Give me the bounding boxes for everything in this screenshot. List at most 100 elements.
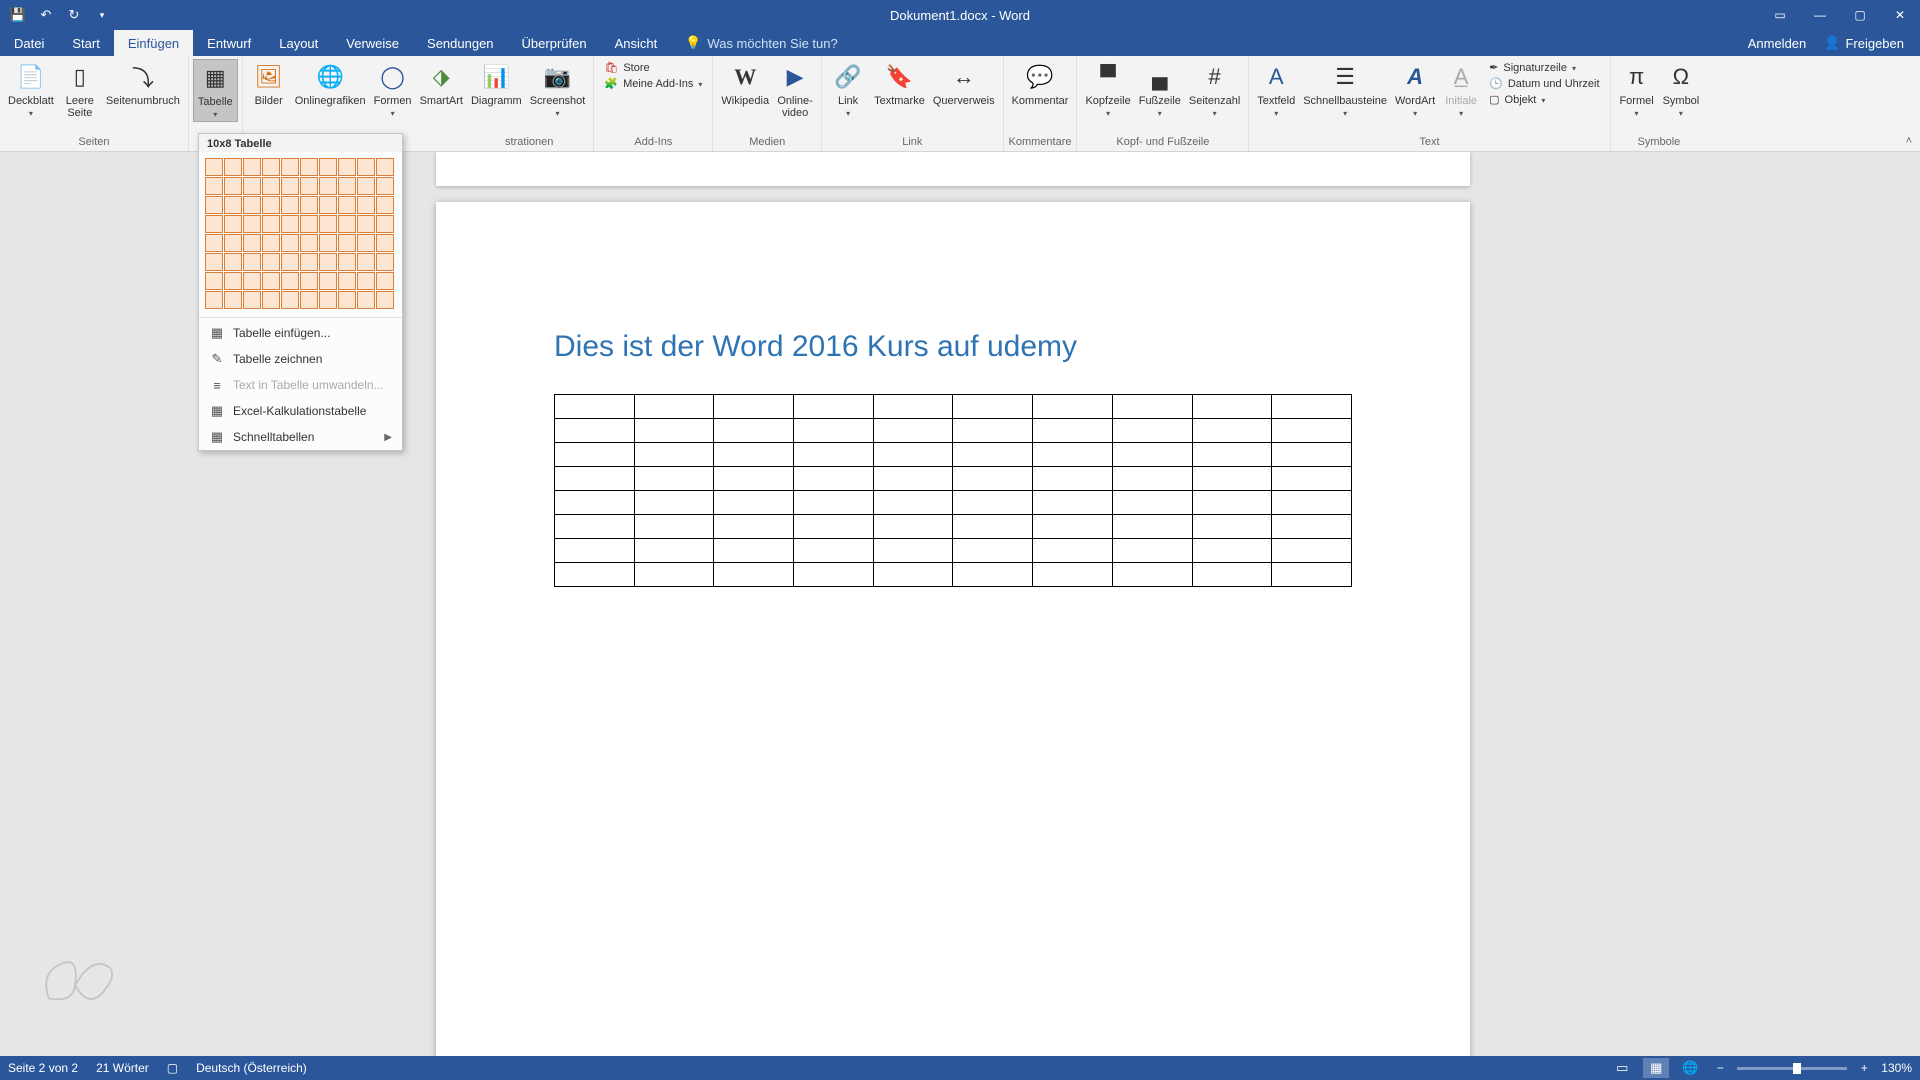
table-cell[interactable] [873, 467, 953, 491]
grid-cell[interactable] [243, 215, 261, 233]
zoom-slider[interactable] [1737, 1067, 1847, 1070]
grid-cell[interactable] [376, 196, 394, 214]
tabelle-zeichnen-item[interactable]: ✎ Tabelle zeichnen [199, 346, 402, 372]
ribbon-display-options-icon[interactable]: ▭ [1760, 0, 1800, 30]
table-cell[interactable] [1272, 395, 1352, 419]
grid-cell[interactable] [376, 291, 394, 309]
wordart-button[interactable]: A WordArt ▾ [1391, 59, 1439, 120]
table-cell[interactable] [794, 419, 874, 443]
textmarke-button[interactable]: 🔖 Textmarke [870, 59, 929, 109]
grid-cell[interactable] [243, 253, 261, 271]
table-cell[interactable] [634, 539, 714, 563]
grid-cell[interactable] [224, 253, 242, 271]
tab-layout[interactable]: Layout [265, 30, 332, 56]
table-cell[interactable] [873, 515, 953, 539]
table-cell[interactable] [873, 443, 953, 467]
table-cell[interactable] [794, 395, 874, 419]
table-size-grid[interactable] [199, 152, 402, 315]
zoom-level[interactable]: 130% [1881, 1061, 1912, 1075]
table-cell[interactable] [794, 467, 874, 491]
grid-cell[interactable] [281, 272, 299, 290]
grid-cell[interactable] [300, 158, 318, 176]
web-layout-icon[interactable]: 🌐 [1677, 1058, 1703, 1078]
tab-entwurf[interactable]: Entwurf [193, 30, 265, 56]
grid-cell[interactable] [357, 177, 375, 195]
grid-cell[interactable] [224, 234, 242, 252]
table-cell[interactable] [634, 419, 714, 443]
grid-cell[interactable] [319, 177, 337, 195]
grid-cell[interactable] [243, 234, 261, 252]
tell-me-search[interactable]: 💡 Was möchten Sie tun? [671, 30, 838, 56]
grid-cell[interactable] [338, 158, 356, 176]
bilder-button[interactable]: 🖼 Bilder [247, 59, 291, 109]
document-table-preview[interactable] [554, 394, 1352, 587]
grid-cell[interactable] [338, 215, 356, 233]
grid-cell[interactable] [281, 177, 299, 195]
table-cell[interactable] [1192, 491, 1272, 515]
grid-cell[interactable] [205, 158, 223, 176]
table-cell[interactable] [1112, 419, 1192, 443]
save-icon[interactable]: 💾 [6, 3, 30, 27]
table-cell[interactable] [953, 539, 1033, 563]
table-cell[interactable] [1033, 467, 1113, 491]
table-cell[interactable] [714, 395, 794, 419]
grid-cell[interactable] [205, 234, 223, 252]
table-cell[interactable] [873, 395, 953, 419]
tabelle-einfuegen-item[interactable]: ▦ Tabelle einfügen... [199, 320, 402, 346]
table-cell[interactable] [873, 491, 953, 515]
table-cell[interactable] [1192, 443, 1272, 467]
table-cell[interactable] [1033, 419, 1113, 443]
grid-cell[interactable] [319, 215, 337, 233]
grid-cell[interactable] [205, 253, 223, 271]
grid-cell[interactable] [338, 272, 356, 290]
grid-cell[interactable] [262, 196, 280, 214]
tab-einfuegen[interactable]: Einfügen [114, 30, 193, 56]
table-cell[interactable] [634, 491, 714, 515]
smartart-button[interactable]: ⬗ SmartArt [416, 59, 467, 109]
grid-cell[interactable] [338, 177, 356, 195]
table-cell[interactable] [794, 443, 874, 467]
grid-cell[interactable] [224, 215, 242, 233]
grid-cell[interactable] [243, 158, 261, 176]
redo-icon[interactable]: ↻ [62, 3, 86, 27]
status-page[interactable]: Seite 2 von 2 [8, 1061, 78, 1075]
tab-ansicht[interactable]: Ansicht [601, 30, 672, 56]
table-cell[interactable] [555, 515, 635, 539]
document-page[interactable]: Dies ist der Word 2016 Kurs auf udemy [436, 202, 1470, 1056]
querverweis-button[interactable]: ↔ Querverweis [929, 59, 999, 109]
excel-kalkulationstabelle-item[interactable]: ▦ Excel-Kalkulationstabelle [199, 398, 402, 424]
table-cell[interactable] [555, 539, 635, 563]
grid-cell[interactable] [376, 158, 394, 176]
grid-cell[interactable] [281, 158, 299, 176]
grid-cell[interactable] [357, 272, 375, 290]
table-cell[interactable] [1192, 467, 1272, 491]
maximize-icon[interactable]: ▢ [1840, 0, 1880, 30]
grid-cell[interactable] [243, 196, 261, 214]
grid-cell[interactable] [262, 215, 280, 233]
table-cell[interactable] [1112, 515, 1192, 539]
store-button[interactable]: 🛍 Store [604, 61, 702, 74]
grid-cell[interactable] [357, 158, 375, 176]
grid-cell[interactable] [338, 196, 356, 214]
grid-cell[interactable] [224, 272, 242, 290]
table-cell[interactable] [1112, 443, 1192, 467]
table-cell[interactable] [794, 491, 874, 515]
grid-cell[interactable] [262, 234, 280, 252]
table-cell[interactable] [634, 443, 714, 467]
table-cell[interactable] [1272, 419, 1352, 443]
grid-cell[interactable] [300, 253, 318, 271]
grid-cell[interactable] [262, 158, 280, 176]
table-cell[interactable] [714, 443, 794, 467]
grid-cell[interactable] [224, 158, 242, 176]
grid-cell[interactable] [300, 272, 318, 290]
table-cell[interactable] [953, 563, 1033, 587]
seitenumbruch-button[interactable]: ⤵ Seitenumbruch [102, 59, 184, 109]
table-cell[interactable] [1112, 467, 1192, 491]
zoom-out-icon[interactable]: − [1711, 1061, 1729, 1075]
table-cell[interactable] [953, 467, 1033, 491]
grid-cell[interactable] [262, 272, 280, 290]
schnellbausteine-button[interactable]: ☰ Schnellbausteine ▾ [1299, 59, 1391, 120]
grid-cell[interactable] [243, 272, 261, 290]
grid-cell[interactable] [281, 253, 299, 271]
fusszeile-button[interactable]: ▄ Fußzeile ▾ [1135, 59, 1185, 120]
